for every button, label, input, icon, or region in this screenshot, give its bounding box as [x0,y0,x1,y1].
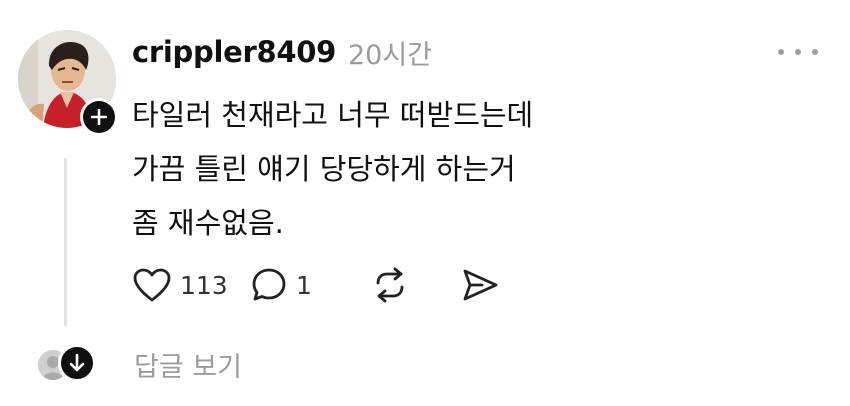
reply-button[interactable]: 1 [250,266,370,304]
ellipsis-dot [795,49,801,55]
like-count: 113 [180,270,228,300]
view-replies-row[interactable]: 답글 보기 [36,342,242,386]
repost-icon [376,267,404,303]
reply-count: 1 [296,270,312,300]
thread-post: crippler8409 20시간 타일러 천재라고 너무 떠받드는데 가끔 틀… [0,0,850,406]
follow-button[interactable] [80,98,118,136]
arrow-down-icon [58,344,96,382]
share-button[interactable] [460,266,500,304]
heart-icon [133,268,171,302]
username[interactable]: crippler8409 [132,35,336,69]
reply-avatars [36,344,96,384]
post-text-line: 타일러 천재라고 너무 떠받드는데 [132,98,534,132]
more-options-button[interactable] [778,40,818,64]
view-replies-label[interactable]: 답글 보기 [134,345,242,384]
send-icon [463,269,498,301]
ellipsis-dot [812,49,818,55]
timestamp: 20시간 [347,39,433,71]
post-content: 타일러 천재라고 너무 떠받드는데 가끔 틀린 얘기 당당하게 하는거 좀 재수… [132,88,772,250]
plus-icon [83,101,115,133]
speech-bubble-icon [252,268,286,301]
repost-button[interactable] [370,266,460,304]
post-text-line: 가끔 틀린 얘기 당당하게 하는거 [132,152,516,186]
post-actions: 113 1 [132,258,500,312]
like-button[interactable]: 113 [132,267,250,303]
ellipsis-icon [778,49,784,55]
post-header: crippler8409 20시간 [132,30,432,74]
thread-connector-line [64,158,67,326]
post-text-line: 좀 재수없음. [132,206,284,240]
